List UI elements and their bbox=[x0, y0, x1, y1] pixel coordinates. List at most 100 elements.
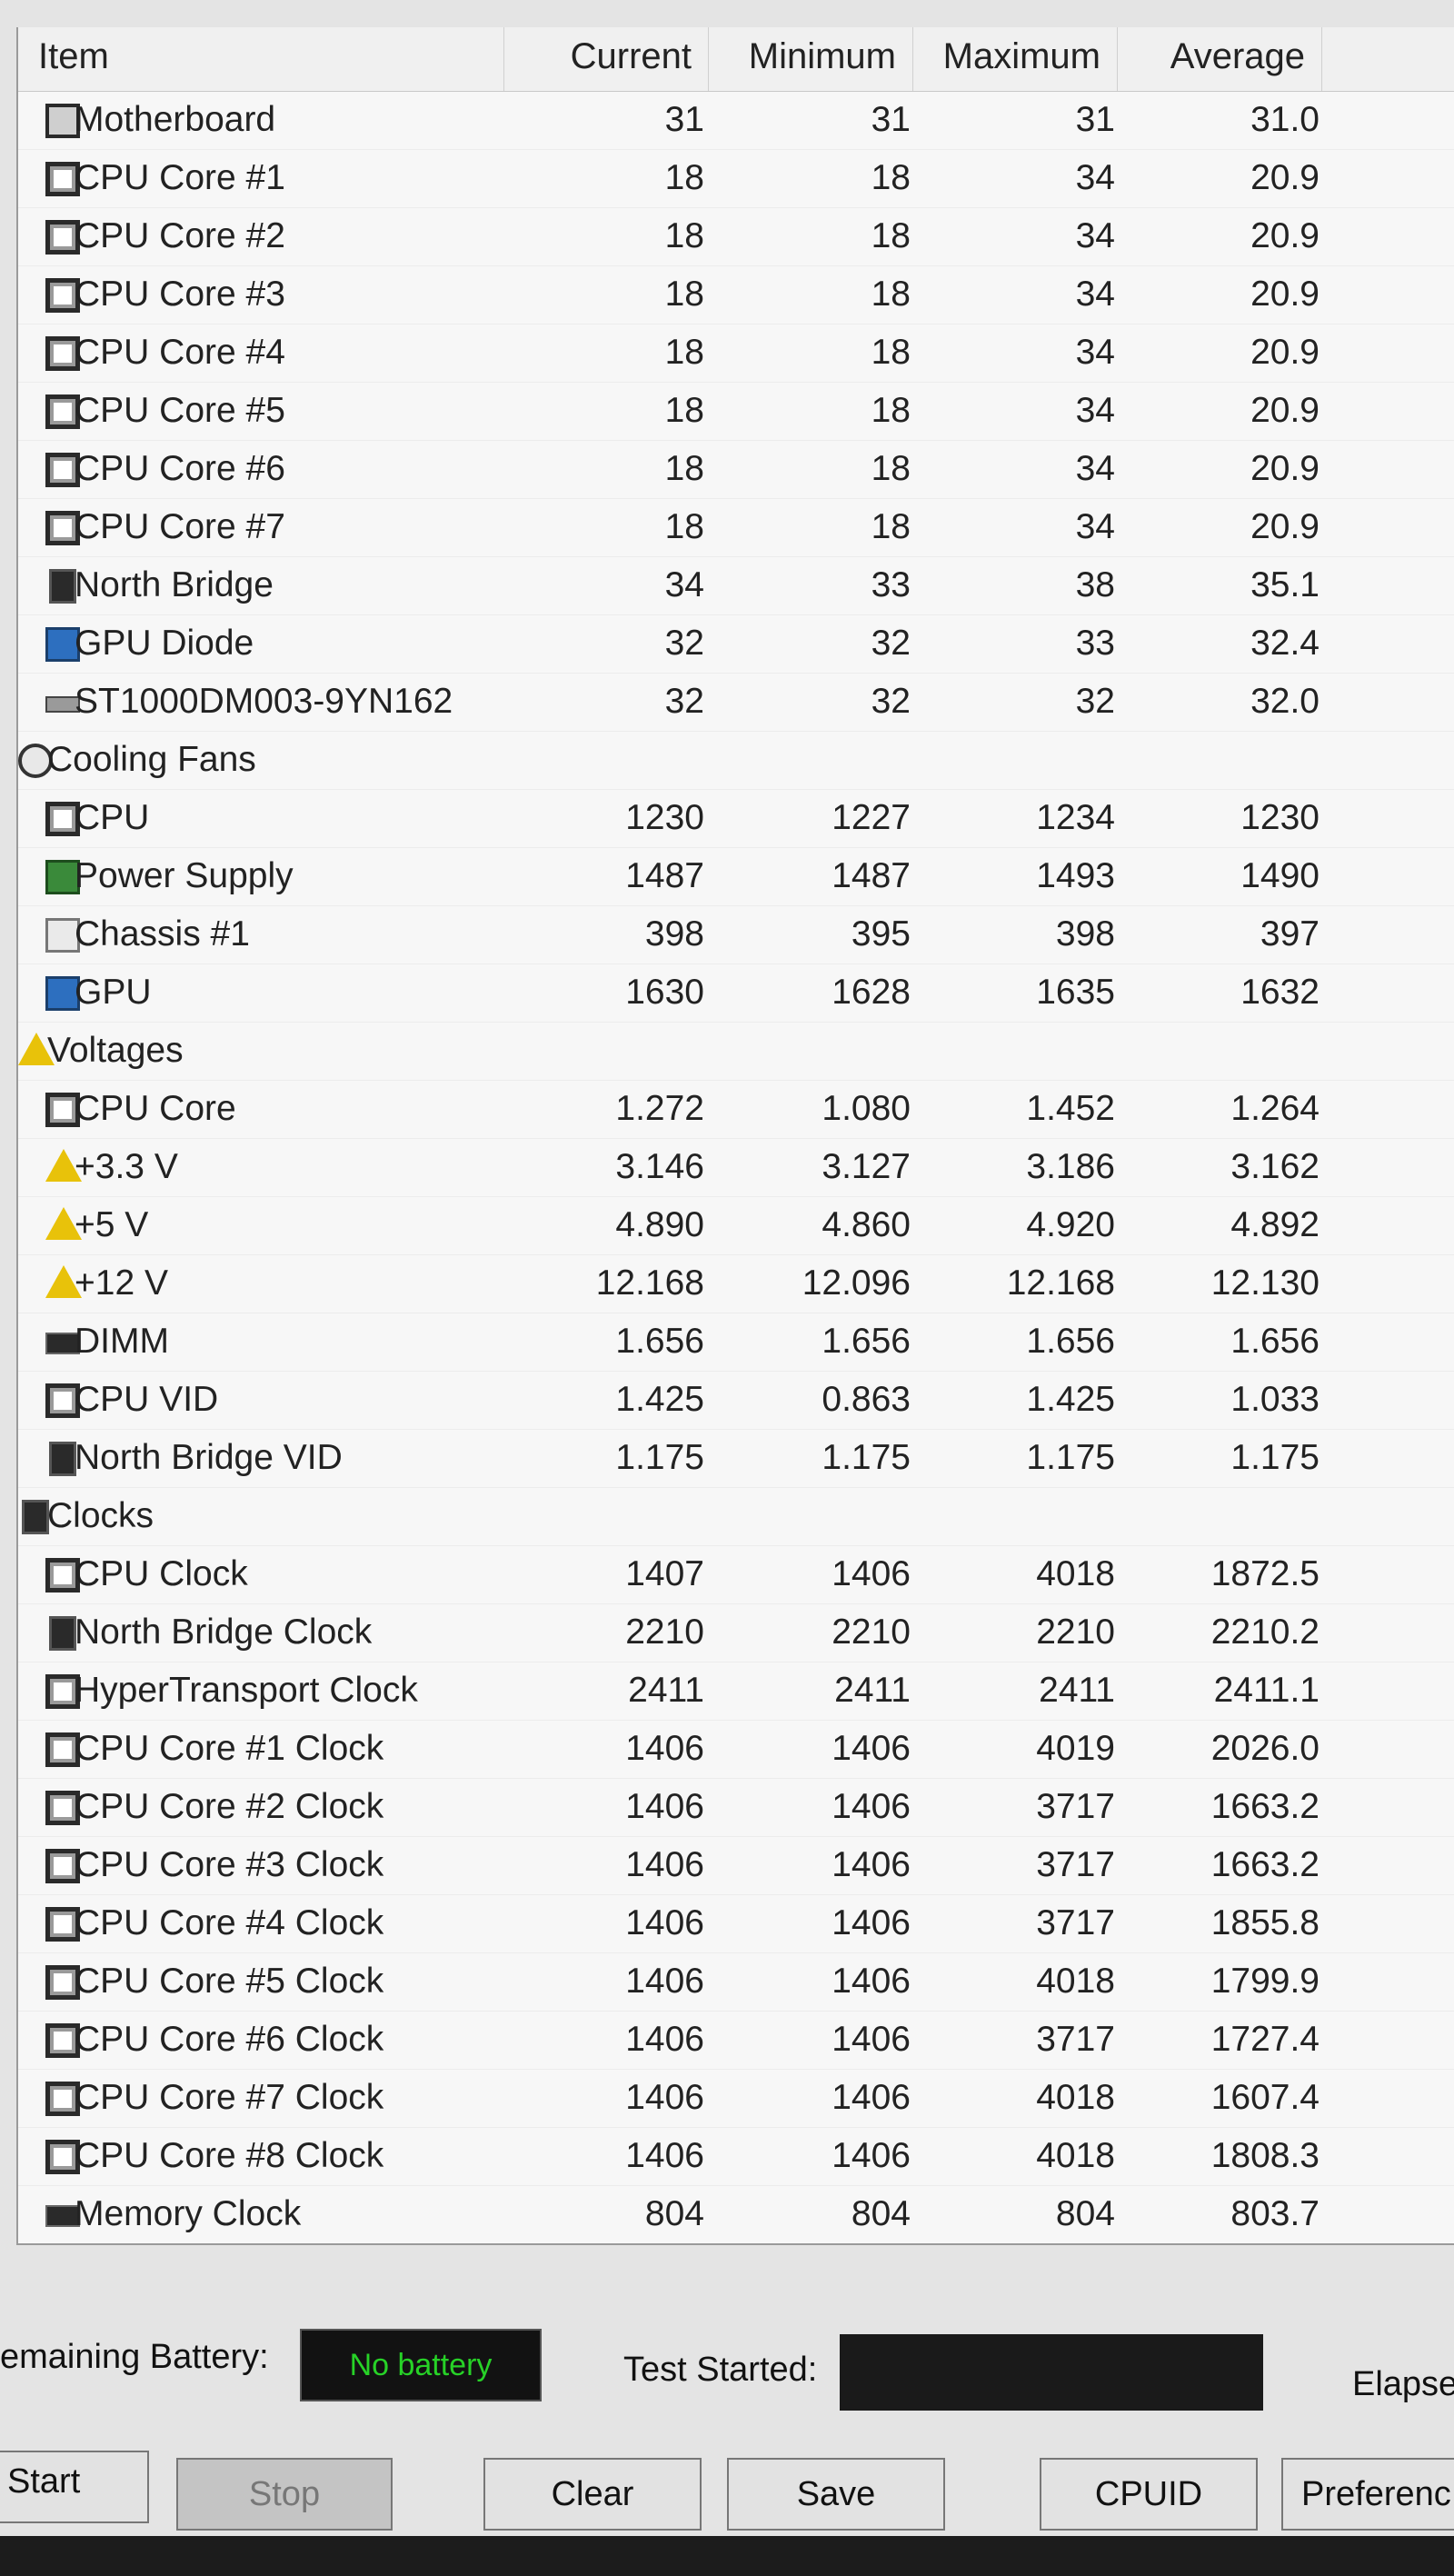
cell-maximum: 31 bbox=[1075, 100, 1115, 139]
row-label-cell: CPU Core #7 bbox=[18, 498, 504, 556]
table-row[interactable]: Chassis #1 398 395 398 397 bbox=[18, 905, 1454, 964]
table-row[interactable]: North Bridge VID 1.175 1.175 1.175 1.175 bbox=[18, 1429, 1454, 1488]
row-label-cell: GPU bbox=[18, 964, 504, 1022]
cell-average: 1663.2 bbox=[1210, 1845, 1320, 1884]
table-row[interactable]: CPU Core #4 Clock 1406 1406 3717 1855.8 bbox=[18, 1894, 1454, 1953]
table-group-row[interactable]: Voltages bbox=[18, 1022, 1454, 1081]
cell-minimum: 0.863 bbox=[822, 1380, 911, 1419]
table-row[interactable]: CPU Core #7 Clock 1406 1406 4018 1607.4 bbox=[18, 2069, 1454, 2128]
sensor-table[interactable]: Item Current Minimum Maximum Average Mot… bbox=[16, 27, 1454, 2245]
table-row[interactable]: HyperTransport Clock 2411 2411 2411 2411.1 bbox=[18, 1662, 1454, 1721]
row-label: Cooling Fans bbox=[47, 740, 256, 779]
column-header-current[interactable]: Current bbox=[504, 27, 709, 91]
table-row[interactable]: CPU VID 1.425 0.863 1.425 1.033 bbox=[18, 1371, 1454, 1430]
cell-average bbox=[1118, 1487, 1320, 1545]
table-row[interactable]: ST1000DM003-9YN162 32 32 32 32.0 bbox=[18, 673, 1454, 732]
cell-current bbox=[504, 731, 704, 789]
cell-minimum bbox=[709, 731, 911, 789]
row-label-cell: CPU Core #3 bbox=[18, 265, 504, 324]
row-label-cell: CPU Core #2 bbox=[18, 207, 504, 265]
table-group-row[interactable]: Cooling Fans bbox=[18, 731, 1454, 790]
cpuid-button[interactable]: CPUID bbox=[1040, 2458, 1258, 2531]
table-row[interactable]: Memory Clock 804 804 804 803.7 bbox=[18, 2185, 1454, 2243]
north-bridge-icon bbox=[49, 569, 76, 604]
table-header: Item Current Minimum Maximum Average bbox=[18, 27, 1454, 92]
cell-average: 35.1 bbox=[1250, 565, 1320, 604]
table-row[interactable]: CPU Core #5 Clock 1406 1406 4018 1799.9 bbox=[18, 1952, 1454, 2012]
cell-minimum: 1406 bbox=[832, 1729, 911, 1768]
table-row[interactable]: CPU Core #2 Clock 1406 1406 3717 1663.2 bbox=[18, 1778, 1454, 1837]
table-row[interactable]: Motherboard 31 31 31 31.0 bbox=[18, 91, 1454, 150]
table-row[interactable]: CPU Core #7 18 18 34 20.9 bbox=[18, 498, 1454, 557]
cell-average bbox=[1118, 731, 1320, 789]
table-row[interactable]: Power Supply 1487 1487 1493 1490 bbox=[18, 847, 1454, 906]
table-row[interactable]: +12 V 12.168 12.096 12.168 12.130 bbox=[18, 1254, 1454, 1313]
column-header-maximum[interactable]: Maximum bbox=[913, 27, 1118, 91]
cell-current: 1406 bbox=[625, 1845, 704, 1884]
cell-average bbox=[1118, 1022, 1320, 1080]
column-header-minimum[interactable]: Minimum bbox=[709, 27, 913, 91]
cell-average: 20.9 bbox=[1250, 449, 1320, 488]
clear-button[interactable]: Clear bbox=[483, 2458, 702, 2531]
row-label: GPU bbox=[75, 973, 152, 1012]
row-label: CPU Core bbox=[75, 1089, 236, 1128]
table-row[interactable]: CPU Core 1.272 1.080 1.452 1.264 bbox=[18, 1080, 1454, 1139]
table-row[interactable]: CPU Core #3 18 18 34 20.9 bbox=[18, 265, 1454, 324]
row-label: +12 V bbox=[75, 1263, 169, 1303]
cell-minimum: 1406 bbox=[832, 1787, 911, 1826]
column-header-item[interactable]: Item bbox=[18, 27, 504, 91]
start-button[interactable]: Start bbox=[0, 2451, 149, 2523]
row-label: CPU Core #2 bbox=[75, 216, 285, 255]
table-row[interactable]: CPU Core #5 18 18 34 20.9 bbox=[18, 382, 1454, 441]
cell-average: 2411.1 bbox=[1213, 1671, 1320, 1710]
cell-average: 1230 bbox=[1240, 798, 1320, 837]
table-row[interactable]: CPU Core #6 Clock 1406 1406 3717 1727.4 bbox=[18, 2011, 1454, 2070]
row-label-cell: CPU Core #5 bbox=[18, 382, 504, 440]
row-label-cell: CPU Core #3 Clock bbox=[18, 1836, 504, 1894]
preferences-button[interactable]: Preferenc bbox=[1281, 2458, 1454, 2531]
table-row[interactable]: CPU Core #1 18 18 34 20.9 bbox=[18, 149, 1454, 208]
cell-current: 1.656 bbox=[615, 1322, 704, 1361]
table-row[interactable]: CPU Core #4 18 18 34 20.9 bbox=[18, 324, 1454, 383]
table-row[interactable]: CPU Core #1 Clock 1406 1406 4019 2026.0 bbox=[18, 1720, 1454, 1779]
stop-button[interactable]: Stop bbox=[176, 2458, 393, 2531]
cell-current: 34 bbox=[664, 565, 704, 604]
cell-maximum: 1.452 bbox=[1026, 1089, 1115, 1128]
table-row[interactable]: CPU Clock 1407 1406 4018 1872.5 bbox=[18, 1545, 1454, 1604]
cell-average: 20.9 bbox=[1250, 216, 1320, 255]
cell-minimum: 18 bbox=[871, 507, 911, 546]
column-header-average[interactable]: Average bbox=[1118, 27, 1322, 91]
table-row[interactable]: North Bridge Clock 2210 2210 2210 2210.2 bbox=[18, 1603, 1454, 1662]
cell-minimum: 18 bbox=[871, 275, 911, 314]
table-row[interactable]: CPU Core #2 18 18 34 20.9 bbox=[18, 207, 1454, 266]
row-label-cell: Voltages bbox=[18, 1022, 504, 1080]
table-row[interactable]: CPU Core #8 Clock 1406 1406 4018 1808.3 bbox=[18, 2127, 1454, 2186]
cell-current: 4.890 bbox=[615, 1205, 704, 1244]
cell-maximum bbox=[913, 1487, 1115, 1545]
table-row[interactable]: CPU 1230 1227 1234 1230 bbox=[18, 789, 1454, 848]
cell-current: 2210 bbox=[625, 1612, 704, 1652]
cell-average: 1632 bbox=[1240, 973, 1320, 1012]
table-row[interactable]: CPU Core #6 18 18 34 20.9 bbox=[18, 440, 1454, 499]
cell-average: 2210.2 bbox=[1210, 1612, 1320, 1652]
cell-minimum: 2210 bbox=[832, 1612, 911, 1652]
cell-current: 12.168 bbox=[595, 1263, 704, 1303]
table-row[interactable]: +3.3 V 3.146 3.127 3.186 3.162 bbox=[18, 1138, 1454, 1197]
table-row[interactable]: GPU Diode 32 32 33 32.4 bbox=[18, 614, 1454, 674]
cell-maximum: 34 bbox=[1075, 449, 1115, 488]
cell-average: 3.162 bbox=[1230, 1147, 1320, 1186]
row-label: GPU Diode bbox=[75, 624, 254, 663]
table-row[interactable]: DIMM 1.656 1.656 1.656 1.656 bbox=[18, 1313, 1454, 1372]
cell-maximum: 1234 bbox=[1036, 798, 1115, 837]
table-row[interactable]: GPU 1630 1628 1635 1632 bbox=[18, 964, 1454, 1023]
table-row[interactable]: CPU Core #3 Clock 1406 1406 3717 1663.2 bbox=[18, 1836, 1454, 1895]
table-row[interactable]: +5 V 4.890 4.860 4.920 4.892 bbox=[18, 1196, 1454, 1255]
cell-average: 1.033 bbox=[1230, 1380, 1320, 1419]
row-label: North Bridge bbox=[75, 565, 274, 604]
row-label: CPU Core #2 Clock bbox=[75, 1787, 384, 1826]
north-bridge-icon bbox=[22, 1500, 49, 1534]
table-group-row[interactable]: Clocks bbox=[18, 1487, 1454, 1546]
save-button[interactable]: Save bbox=[727, 2458, 945, 2531]
table-row[interactable]: North Bridge 34 33 38 35.1 bbox=[18, 556, 1454, 615]
row-label-cell: +5 V bbox=[18, 1196, 504, 1254]
